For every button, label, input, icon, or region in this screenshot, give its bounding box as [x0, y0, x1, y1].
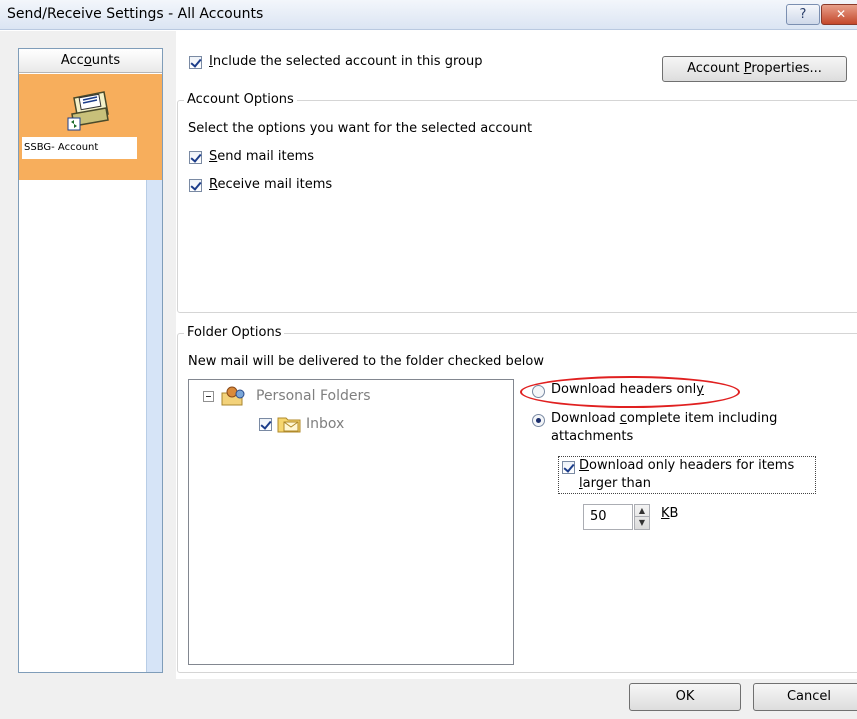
download-large-headers-label: Download only headers for items	[579, 458, 795, 473]
download-large-headers-label-line2: larger than	[579, 476, 651, 491]
include-account-label: Include the selected account in this gro…	[209, 54, 483, 69]
folder-options-instruction: New mail will be delivered to the folder…	[188, 354, 545, 369]
close-button[interactable]: ✕	[821, 4, 857, 25]
download-complete-radio[interactable]	[532, 414, 545, 427]
inbox-folder-icon	[277, 417, 301, 433]
account-options-instruction: Select the options you want for the sele…	[188, 121, 533, 136]
size-unit-label: KB	[661, 506, 679, 521]
folder-options-legend: Folder Options	[184, 325, 285, 340]
help-button[interactable]: ?	[786, 4, 820, 25]
window-title: Send/Receive Settings - All Accounts	[7, 6, 264, 22]
send-mail-checkbox[interactable]	[189, 151, 202, 164]
accounts-header: Accounts	[19, 49, 162, 73]
folder-tree[interactable]	[188, 379, 514, 665]
send-mail-label: Send mail items	[209, 149, 315, 164]
inbox-checkbox[interactable]	[259, 418, 272, 431]
size-threshold-input[interactable]: 50	[583, 504, 633, 530]
download-complete-label-line2: attachments	[551, 429, 634, 444]
account-label: SSBG- Account	[22, 137, 137, 159]
accounts-scroll-strip	[146, 180, 162, 672]
accounts-header-label: Accounts	[60, 53, 121, 68]
size-threshold-spinner[interactable]: ▲ ▼	[634, 504, 650, 530]
inbox-label[interactable]: Inbox	[306, 416, 344, 432]
spin-down-icon[interactable]: ▼	[635, 517, 649, 529]
mail-account-icon	[67, 91, 109, 131]
ok-button[interactable]: OK	[629, 683, 741, 711]
include-account-checkbox[interactable]	[189, 56, 202, 69]
download-complete-label: Download complete item including	[551, 411, 778, 426]
account-options-legend: Account Options	[184, 92, 297, 107]
personal-folders-label[interactable]: Personal Folders	[256, 388, 371, 404]
receive-mail-checkbox[interactable]	[189, 179, 202, 192]
account-properties-button[interactable]: Account Properties...	[662, 56, 847, 82]
download-large-headers-checkbox[interactable]	[562, 461, 575, 474]
cancel-button[interactable]: Cancel	[753, 683, 857, 711]
receive-mail-label: Receive mail items	[209, 177, 333, 192]
collapse-icon[interactable]	[203, 391, 214, 402]
annotation-ellipse	[520, 376, 740, 408]
spin-up-icon[interactable]: ▲	[635, 505, 649, 517]
personal-folders-icon	[221, 386, 245, 406]
